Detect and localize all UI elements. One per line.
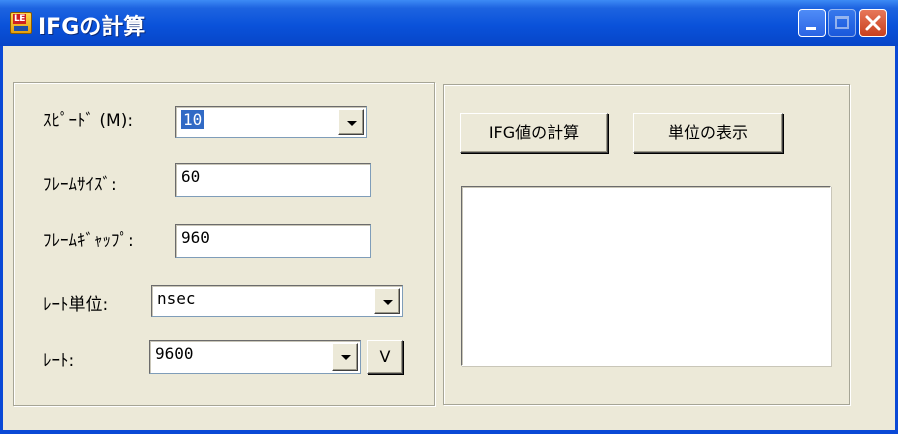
app-window: LE IFGの計算 ｽﾋﾟｰﾄﾞ (M): 10 ﾌﾚｰﾑｻｲｽﾞ: 60 ﾌﾚ… — [0, 0, 898, 434]
rate-select[interactable]: 9600 — [149, 340, 361, 374]
app-icon-text: LE — [13, 14, 26, 24]
rate-unit-dropdown-button[interactable] — [374, 288, 400, 314]
v-button[interactable]: V — [367, 340, 403, 374]
calc-ifg-button[interactable]: IFG値の計算 — [460, 113, 608, 153]
app-icon: LE — [10, 12, 32, 34]
maximize-icon — [835, 16, 849, 29]
window-title: IFGの計算 — [38, 15, 146, 40]
title-bar[interactable]: LE IFGの計算 — [0, 0, 898, 46]
rate-value: 9600 — [155, 344, 194, 363]
close-button[interactable] — [859, 9, 887, 37]
frame-gap-label: ﾌﾚｰﾑｷﾞｬｯﾌﾟ: — [43, 231, 134, 251]
minimize-icon — [806, 27, 816, 30]
show-unit-button[interactable]: 単位の表示 — [633, 113, 783, 153]
result-listbox[interactable] — [461, 186, 831, 366]
speed-select[interactable]: 10 — [175, 106, 367, 138]
speed-dropdown-button[interactable] — [338, 109, 364, 135]
frame-size-input[interactable]: 60 — [175, 163, 371, 197]
rate-dropdown-button[interactable] — [332, 343, 358, 371]
close-icon — [865, 15, 881, 31]
frame-gap-input[interactable]: 960 — [175, 224, 371, 258]
maximize-button[interactable] — [828, 9, 856, 37]
rate-unit-label: ﾚｰﾄ単位: — [43, 295, 109, 315]
minimize-button[interactable] — [798, 9, 826, 37]
rate-label: ﾚｰﾄ: — [43, 351, 75, 371]
rate-unit-value: nsec — [157, 289, 196, 308]
speed-label: ｽﾋﾟｰﾄﾞ (M): — [43, 111, 134, 131]
frame-size-label: ﾌﾚｰﾑｻｲｽﾞ: — [43, 175, 117, 195]
speed-value: 10 — [181, 110, 205, 129]
rate-unit-select[interactable]: nsec — [151, 285, 403, 317]
